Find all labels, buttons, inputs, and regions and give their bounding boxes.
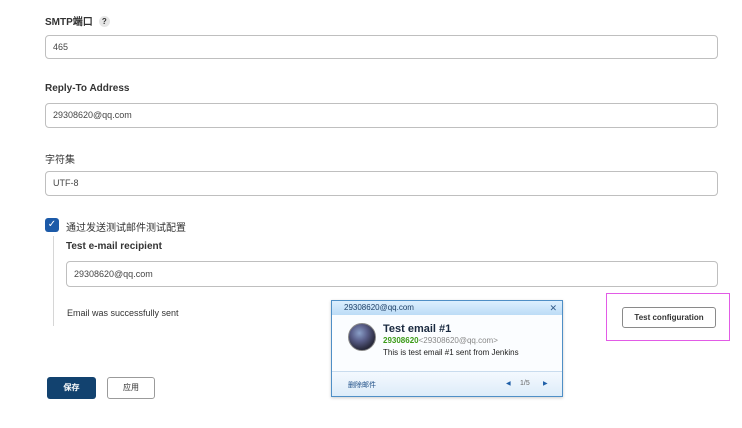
test-mail-checkbox-label: 通过发送测试邮件测试配置 xyxy=(66,223,186,234)
charset-input[interactable]: UTF-8 xyxy=(45,171,718,196)
next-arrow-icon[interactable]: ▶ xyxy=(543,380,548,387)
prev-arrow-icon[interactable]: ◀ xyxy=(506,380,511,387)
smtp-port-label: SMTP端口? xyxy=(45,13,110,28)
test-mail-checkbox[interactable]: ✓ xyxy=(45,218,59,232)
section-indent-line xyxy=(53,236,54,326)
smtp-port-input[interactable]: 465 xyxy=(45,35,718,59)
notification-footer: 删除邮件 ◀ 1/5 ▶ xyxy=(332,371,562,396)
help-icon[interactable]: ? xyxy=(98,16,110,27)
save-button[interactable]: 保存 xyxy=(47,377,96,399)
test-configuration-button[interactable]: Test configuration xyxy=(622,307,716,328)
mail-notification-popup[interactable]: 29308620@qq.com ✕ Test email #1 29308620… xyxy=(331,300,563,397)
test-recipient-label: Test e-mail recipient xyxy=(66,241,162,252)
test-recipient-input[interactable]: 29308620@qq.com xyxy=(66,261,718,287)
charset-label: 字符集 xyxy=(45,155,75,166)
notification-account: 29308620@qq.com xyxy=(344,303,414,312)
apply-button[interactable]: 应用 xyxy=(107,377,155,399)
sender-name: 29308620 xyxy=(383,336,419,345)
notification-header: 29308620@qq.com ✕ xyxy=(332,301,562,315)
sender-email: <29308620@qq.com> xyxy=(418,336,498,345)
delete-mail-link[interactable]: 删除邮件 xyxy=(348,380,376,390)
notification-title[interactable]: Test email #1 xyxy=(383,323,451,335)
send-status-text: Email was successfully sent xyxy=(67,308,179,318)
notification-body: This is test email #1 sent from Jenkins xyxy=(383,348,519,357)
smtp-port-label-text: SMTP端口 xyxy=(45,17,93,28)
close-icon[interactable]: ✕ xyxy=(549,301,557,315)
reply-to-label: Reply-To Address xyxy=(45,83,130,94)
sender-avatar xyxy=(348,323,376,351)
notification-sender: 29308620<29308620@qq.com> xyxy=(383,336,498,345)
reply-to-input[interactable]: 29308620@qq.com xyxy=(45,103,718,128)
pager-text: 1/5 xyxy=(520,380,530,387)
